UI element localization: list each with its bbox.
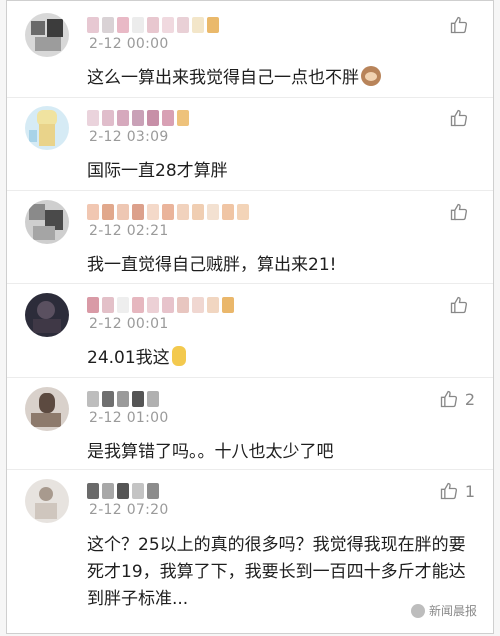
smiling-face-emoji-icon xyxy=(171,346,186,366)
comment-time: 2-12 03:09 xyxy=(89,129,169,145)
thumbs-up-icon xyxy=(450,203,468,221)
thumbs-up-icon xyxy=(450,296,468,314)
avatar[interactable] xyxy=(25,387,69,431)
avatar[interactable] xyxy=(25,200,69,244)
username-blurred[interactable] xyxy=(87,389,257,409)
divider xyxy=(7,283,493,284)
username-blurred[interactable] xyxy=(87,295,257,315)
divider xyxy=(7,469,493,470)
comment-time: 2-12 01:00 xyxy=(89,410,169,426)
watermark: 新闻晨报 xyxy=(410,602,477,619)
thumbs-up-icon xyxy=(450,16,468,34)
like-button[interactable]: 1 xyxy=(439,479,475,503)
avatar[interactable] xyxy=(25,479,69,523)
like-count: 1 xyxy=(464,481,475,501)
thumbs-up-icon xyxy=(440,390,457,408)
divider xyxy=(7,190,493,191)
thumbs-up-icon xyxy=(440,482,457,500)
like-button[interactable] xyxy=(449,200,475,224)
comment-text: 这么一算出来我觉得自己一点也不胖 xyxy=(87,66,477,91)
comment-time: 2-12 00:00 xyxy=(89,36,169,52)
comment-text: 我一直觉得自己贼胖，算出来21! xyxy=(87,255,337,275)
watermark-label: 新闻晨报 xyxy=(428,604,477,618)
comment-text: 国际一直28才算胖 xyxy=(87,161,228,181)
divider xyxy=(7,97,493,98)
thumbs-up-icon xyxy=(450,109,468,127)
comment-text: 是我算错了吗。。十八也太少了吧 xyxy=(87,442,334,462)
like-button[interactable]: 2 xyxy=(439,387,475,411)
comment-time: 2-12 02:21 xyxy=(89,223,169,239)
username-blurred[interactable] xyxy=(87,15,257,35)
avatar[interactable] xyxy=(25,293,69,337)
username-blurred[interactable] xyxy=(87,481,257,501)
avatar[interactable] xyxy=(25,13,69,57)
comment-text: 24.01我这 xyxy=(87,346,477,371)
avatar[interactable] xyxy=(25,106,69,150)
username-blurred[interactable] xyxy=(87,108,257,128)
like-button[interactable] xyxy=(449,293,475,317)
comment-list: 2-12 00:00 这么一算出来我觉得自己一点也不胖 2-12 03:09 国… xyxy=(6,0,494,634)
comment-time: 2-12 00:01 xyxy=(89,316,169,332)
like-count: 2 xyxy=(464,389,475,409)
username-blurred[interactable] xyxy=(87,202,257,222)
like-button[interactable] xyxy=(449,106,475,130)
monkey-emoji-icon xyxy=(361,66,381,86)
comment-text: 这个？25以上的真的很多吗？我觉得我现在胖的要死才19，我算了下，我要长到一百四… xyxy=(87,535,466,609)
wechat-logo-icon xyxy=(410,603,425,618)
comment-time: 2-12 07:20 xyxy=(89,502,169,518)
divider xyxy=(7,377,493,378)
like-button[interactable] xyxy=(449,13,475,37)
